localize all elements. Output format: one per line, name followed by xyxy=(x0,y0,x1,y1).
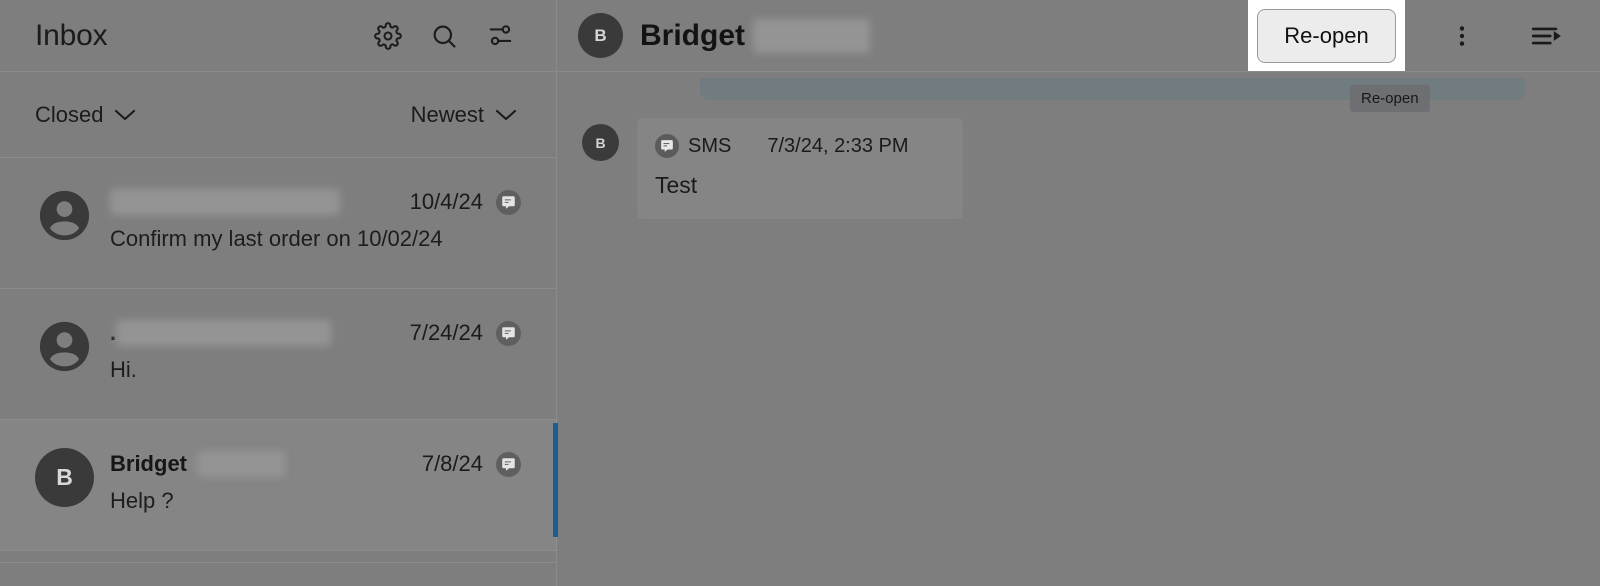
redacted-name xyxy=(753,18,870,53)
message-meta: SMS 7/3/24, 2:33 PM xyxy=(655,134,945,158)
inbox-panel: Inbox Closed Newest 10/4/24 Confirm my l… xyxy=(0,0,558,586)
avatar: B xyxy=(578,13,623,58)
inbox-header-actions xyxy=(373,21,515,51)
avatar-initial: B xyxy=(594,25,607,45)
chevron-down-icon xyxy=(495,109,517,121)
conversation-meta: 7/24/24 xyxy=(410,320,521,346)
conversation-date: 7/24/24 xyxy=(409,320,483,345)
message-text: Test xyxy=(655,172,698,198)
conversation-top-row: . 7/24/24 xyxy=(110,319,557,347)
filter-sort-label: Newest xyxy=(410,101,484,127)
conversation-body: 10/4/24 Confirm my last order on 10/02/2… xyxy=(110,186,557,252)
app-root: Inbox Closed Newest 10/4/24 Confirm my l… xyxy=(0,0,1600,586)
conversation-list-item[interactable]: . 7/24/24 Hi. xyxy=(0,289,557,420)
conversation-meta: 10/4/24 xyxy=(410,189,521,215)
reopen-tooltip: Re-open xyxy=(1350,85,1430,112)
conversation-date: 7/8/24 xyxy=(421,451,483,476)
avatar: B xyxy=(582,124,619,161)
filter-sort-dropdown[interactable]: Newest xyxy=(411,102,517,128)
thread-details-icon[interactable] xyxy=(1520,10,1572,62)
redacted-name xyxy=(197,451,285,477)
sms-chat-icon xyxy=(496,320,521,346)
thread-contact-name-text: Bridget xyxy=(640,18,745,52)
conversation-preview: Confirm my last order on 10/02/24 xyxy=(110,226,443,251)
thread-header-actions xyxy=(1419,10,1600,62)
redacted-name xyxy=(116,320,332,346)
search-icon[interactable] xyxy=(429,21,459,51)
contact-name: Bridget xyxy=(110,451,187,476)
reopen-highlight-box: Re-open xyxy=(1248,0,1405,71)
inbox-filter-bar: Closed Newest xyxy=(0,72,557,158)
conversation-meta: 7/8/24 xyxy=(422,451,521,477)
conversation-body: Bridget 7/8/24 Help ? xyxy=(110,448,557,514)
avatar-initial: B xyxy=(595,134,606,151)
conversation-list-item-selected[interactable]: B Bridget 7/8/24 Help ? xyxy=(0,420,558,551)
chevron-down-icon xyxy=(115,109,136,121)
filter-status-label: Closed xyxy=(35,101,104,127)
message-channel-label: SMS xyxy=(688,134,732,157)
reopen-button[interactable]: Re-open xyxy=(1257,8,1396,63)
message-timestamp: 7/3/24, 2:33 PM xyxy=(767,134,909,157)
message-thread-area: B SMS 7/3/24, 2:33 PM Test xyxy=(558,72,1600,586)
list-bottom-divider xyxy=(0,562,557,563)
thread-contact-name: Bridget xyxy=(640,18,870,53)
sms-chat-icon xyxy=(496,189,521,215)
more-vert-icon[interactable] xyxy=(1436,10,1488,62)
filter-status-dropdown[interactable]: Closed xyxy=(35,102,136,128)
thread-header: B Bridget xyxy=(558,0,1600,72)
sms-chat-icon xyxy=(496,451,521,477)
avatar xyxy=(35,317,94,376)
conversation-date: 10/4/24 xyxy=(409,189,483,214)
sms-chat-icon xyxy=(655,134,679,158)
message-row: B SMS 7/3/24, 2:33 PM Test xyxy=(558,118,963,219)
conversation-body: . 7/24/24 Hi. xyxy=(110,317,557,383)
message-channel: SMS xyxy=(655,134,731,158)
conversation-list-item[interactable]: 10/4/24 Confirm my last order on 10/02/2… xyxy=(0,158,557,289)
redacted-name xyxy=(110,189,340,215)
conversation-top-row: 10/4/24 xyxy=(110,188,557,216)
page-title: Inbox xyxy=(35,18,108,52)
conversation-preview: Help ? xyxy=(110,488,174,513)
inbox-header: Inbox xyxy=(0,0,557,72)
conversation-top-row: Bridget 7/8/24 xyxy=(110,450,557,478)
settings-gear-icon[interactable] xyxy=(373,21,403,51)
conversation-preview: Hi. xyxy=(110,357,137,382)
avatar: B xyxy=(35,448,94,507)
filter-tune-icon[interactable] xyxy=(485,21,515,51)
conversation-list[interactable]: 10/4/24 Confirm my last order on 10/02/2… xyxy=(0,158,558,586)
incoming-message-bubble: SMS 7/3/24, 2:33 PM Test xyxy=(637,118,963,219)
avatar-initial: B xyxy=(56,464,73,490)
thread-panel: B Bridget B SMS 7/3/24, 2:33 PM Test xyxy=(558,0,1600,586)
avatar xyxy=(35,186,94,245)
